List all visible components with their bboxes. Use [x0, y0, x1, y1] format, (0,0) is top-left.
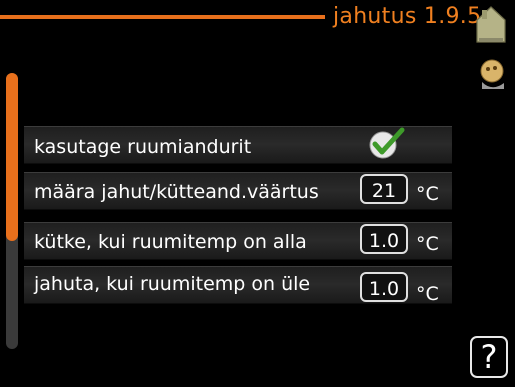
setting-label: jahuta, kui ruumitemp on üle: [34, 273, 311, 295]
setting-label: määra jahut/kütteand.väärtus: [34, 181, 319, 203]
checkmark-icon[interactable]: [366, 125, 406, 161]
unit-label: °C: [416, 233, 439, 255]
setting-label: kasutage ruumiandurit: [34, 136, 252, 158]
user-icon[interactable]: [474, 56, 510, 92]
value-field[interactable]: 1.0: [360, 224, 408, 254]
unit-label: °C: [416, 283, 439, 305]
value-field[interactable]: 1.0: [360, 272, 408, 302]
scrollbar-thumb[interactable]: [6, 73, 18, 241]
unit-label: °C: [416, 183, 439, 205]
help-button[interactable]: ?: [470, 336, 508, 378]
setting-label: kütke, kui ruumitemp on alla: [34, 231, 307, 253]
value-field[interactable]: 21: [360, 174, 408, 204]
title-underline: [0, 15, 325, 19]
page-title: jahutus 1.9.5: [333, 4, 482, 29]
home-icon[interactable]: [474, 4, 508, 44]
